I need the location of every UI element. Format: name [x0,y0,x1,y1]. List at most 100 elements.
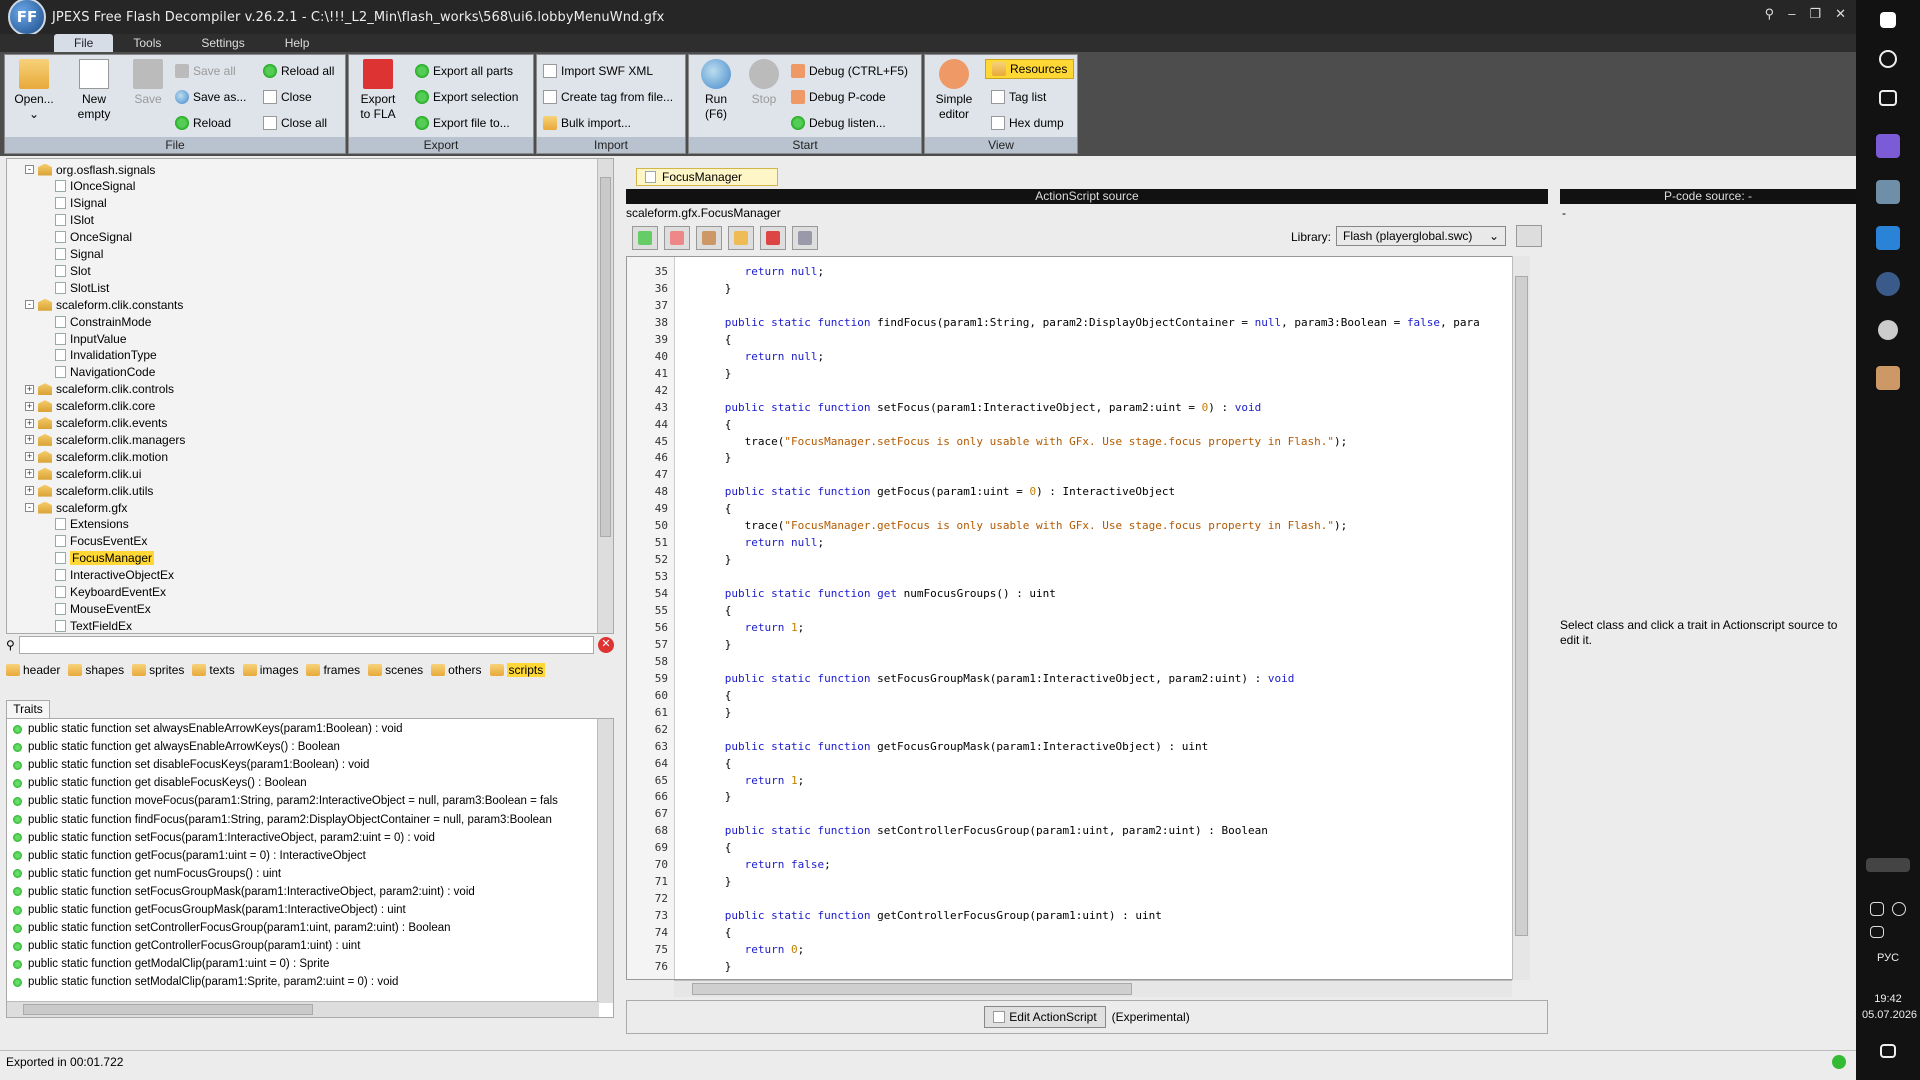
stop-button[interactable]: Stop [739,59,789,107]
trait-item[interactable]: public static function findFocus(param1:… [13,812,552,828]
tag-tab-scenes[interactable]: scenes [368,663,423,677]
import-swf-xml-button[interactable]: Import SWF XML [543,61,653,81]
bulk-import-button[interactable]: Bulk import... [543,113,631,133]
list-button[interactable] [792,226,818,250]
tree-class[interactable]: FocusManager [55,550,155,567]
trait-item[interactable]: public static function setModalClip(para… [13,974,398,990]
tag-tab-shapes[interactable]: shapes [68,663,124,677]
app-icon-purple[interactable] [1876,134,1900,158]
tag-tab-others[interactable]: others [431,663,482,677]
search-icon[interactable] [1879,50,1897,68]
trait-item[interactable]: public static function getFocus(param1:u… [13,848,366,864]
reload-button[interactable]: Reload [175,113,231,133]
tag-tab-scripts[interactable]: scripts [489,663,546,677]
tree-class[interactable]: InputValue [55,330,127,347]
menu-tools[interactable]: Tools [113,34,181,52]
edit-actionscript-button[interactable]: Edit ActionScript [984,1006,1106,1028]
tree-package[interactable]: - scaleform.gfx [25,499,127,516]
library-select[interactable]: Flash (playerglobal.swc) ⌄ [1336,226,1506,246]
volume-icon[interactable] [1892,902,1906,916]
tag-tab-frames[interactable]: frames [306,663,360,677]
clear-filter-icon[interactable]: ✕ [598,637,614,653]
tree-class[interactable]: FocusEventEx [55,533,147,550]
tree-package[interactable]: + scaleform.clik.events [25,415,167,432]
tree-class[interactable]: ISignal [55,195,107,212]
link-button[interactable] [728,226,754,250]
tree-class[interactable]: InteractiveObjectEx [55,567,174,584]
expand-toggle-icon[interactable]: + [25,452,34,462]
trait-item[interactable]: public static function getFocusGroupMask… [13,902,406,918]
debug-button[interactable]: Debug (CTRL+F5) [791,61,908,81]
code-hscroll-thumb[interactable] [692,983,1132,995]
display-icon[interactable] [1870,926,1884,938]
tag-tab-images[interactable]: images [242,663,298,677]
open-button[interactable]: Open... ⌄ [9,59,59,122]
tree-class[interactable]: ConstrainMode [55,313,151,330]
maximize-button[interactable]: ❐ [1809,6,1821,22]
tree-package[interactable]: + scaleform.clik.utils [25,482,153,499]
tree-class[interactable]: TextFieldEx [55,617,132,633]
expand-toggle-icon[interactable]: - [25,165,34,174]
pin-icon[interactable]: ⚲ [1765,6,1775,22]
tree-scrollbar[interactable] [597,159,613,633]
code-vscrollbar[interactable] [1512,256,1530,980]
trait-item[interactable]: public static function getModalClip(para… [13,956,329,972]
code-hscrollbar[interactable] [674,980,1512,997]
trait-item[interactable]: public static function moveFocus(param1:… [13,793,558,809]
deobfuscate-button[interactable] [664,226,690,250]
resources-button[interactable]: Resources [985,59,1075,79]
notifications-icon[interactable] [1880,1044,1896,1058]
trait-item[interactable]: public static function setFocusGroupMask… [13,884,475,900]
library-settings-button[interactable] [1516,225,1542,247]
trait-item[interactable]: public static function set alwaysEnableA… [13,721,403,737]
expand-toggle-icon[interactable]: + [25,401,34,411]
tab-traits[interactable]: Traits [6,700,50,718]
save-all-button[interactable]: Save all [175,61,236,81]
tab-focus-manager[interactable]: FocusManager [636,168,778,186]
expand-toggle-icon[interactable]: - [25,503,34,512]
trait-item[interactable]: public static function get disableFocusK… [13,775,307,791]
trait-item[interactable]: public static function setControllerFocu… [13,920,451,936]
tree-package[interactable]: - org.osflash.signals [25,161,155,178]
trait-item[interactable]: public static function get alwaysEnableA… [13,739,340,755]
debug-listen-button[interactable]: Debug listen... [791,113,886,133]
tree-class[interactable]: Slot [55,262,91,279]
expand-toggle-icon[interactable]: + [25,469,34,479]
network-icon[interactable] [1870,902,1884,916]
search-code-button[interactable] [696,226,722,250]
tree-class[interactable]: KeyboardEventEx [55,584,166,601]
menu-help[interactable]: Help [265,34,330,52]
menu-file[interactable]: File [54,34,114,52]
reload-all-button[interactable]: Reload all [263,61,334,81]
windows-start-icon[interactable] [1880,12,1896,28]
tree-package[interactable]: + scaleform.clik.managers [25,431,185,448]
create-tag-button[interactable]: Create tag from file... [543,87,673,107]
tree-class[interactable]: ISlot [55,212,94,229]
clock[interactable]: 19:42 05.07.2026 [1862,991,1917,1023]
tree-package[interactable]: + scaleform.clik.motion [25,448,168,465]
close-button[interactable]: Close [263,87,312,107]
code-vscroll-thumb[interactable] [1515,276,1528,936]
language-indicator[interactable]: РУС [1862,952,1914,964]
vscode-icon[interactable] [1876,226,1900,250]
trait-item[interactable]: public static function getControllerFocu… [13,938,360,954]
simple-editor-button[interactable]: Simple editor [929,59,979,122]
tag-tab-sprites[interactable]: sprites [132,663,184,677]
expand-toggle-icon[interactable]: + [25,486,34,496]
tree-class[interactable]: Signal [55,246,103,263]
tag-tab-texts[interactable]: texts [192,663,235,677]
settings-gear-icon[interactable] [1878,320,1898,340]
menu-settings[interactable]: Settings [181,34,264,52]
ffdec-taskbar-icon[interactable] [1876,272,1900,296]
export-selection-button[interactable]: Export selection [415,87,518,107]
tree-class[interactable]: MouseEventEx [55,600,151,617]
filter-input[interactable] [18,636,594,654]
hex-dump-button[interactable]: Hex dump [991,113,1064,133]
tag-tab-header[interactable]: header [6,663,60,677]
export-file-button[interactable]: Export file to... [415,113,510,133]
minimize-button[interactable]: – [1788,6,1795,22]
tag-list-button[interactable]: Tag list [991,87,1046,107]
tree-class[interactable]: Extensions [55,516,129,533]
expand-toggle-icon[interactable]: + [25,418,34,428]
graph-button[interactable] [632,226,658,250]
